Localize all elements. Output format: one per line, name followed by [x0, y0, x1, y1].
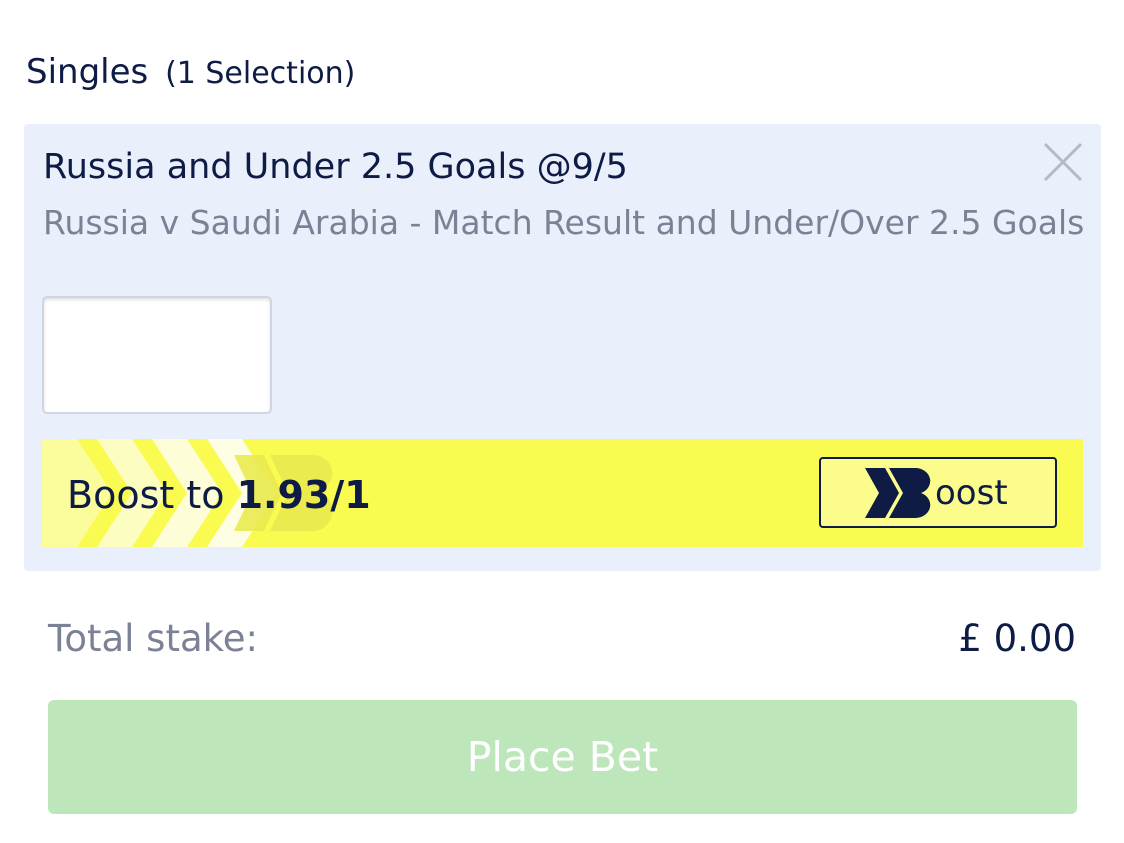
- total-stake-label: Total stake:: [48, 617, 258, 660]
- place-bet-label: Place Bet: [466, 733, 659, 781]
- selection-card: Russia and Under 2.5 Goals @9/5 Russia v…: [24, 124, 1101, 571]
- boost-prefix: Boost to: [67, 473, 225, 517]
- section-title-label: Singles: [26, 52, 149, 92]
- boost-button[interactable]: oost: [819, 457, 1057, 528]
- bet-slip: Singles (1 Selection) Russia and Under 2…: [0, 0, 1124, 843]
- boost-button-label: oost: [935, 473, 1008, 513]
- market-description: Russia v Saudi Arabia - Match Result and…: [43, 203, 1085, 242]
- total-stake-value: £ 0.00: [958, 617, 1076, 660]
- stake-input[interactable]: [42, 296, 272, 414]
- boost-offer-text: Boost to 1.93/1: [67, 473, 371, 517]
- boost-bar: Boost to 1.93/1 oost: [42, 439, 1083, 547]
- boost-odds: 1.93/1: [236, 473, 371, 517]
- selection-count: (1 Selection): [165, 56, 356, 91]
- boost-logo-icon: [865, 467, 931, 519]
- place-bet-button[interactable]: Place Bet: [48, 700, 1077, 814]
- close-icon[interactable]: [1041, 140, 1085, 184]
- selection-title: Russia and Under 2.5 Goals @9/5: [43, 147, 628, 187]
- section-title: Singles (1 Selection): [26, 52, 355, 94]
